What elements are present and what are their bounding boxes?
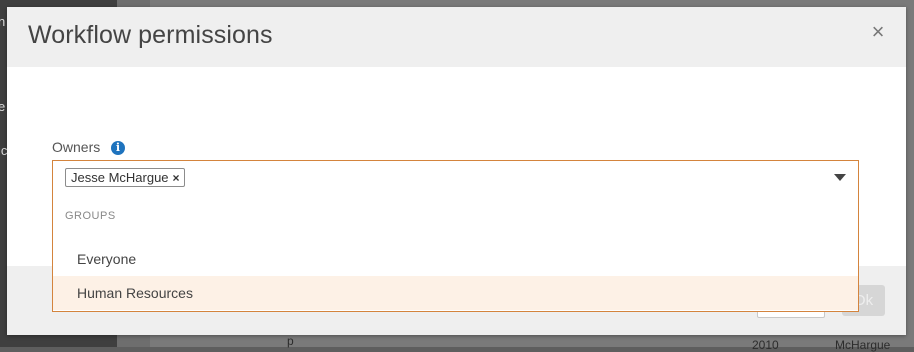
selected-owner-tag-label: Jesse McHargue [71,170,169,185]
background-text-fragment: 2010 [752,338,779,352]
owners-dropdown-list: GROUPS Everyone Human Resources [52,194,859,312]
owners-label: Owners [52,139,101,155]
close-icon[interactable]: × [868,21,888,43]
dialog-title: Workflow permissions [28,21,273,49]
dialog-header: Workflow permissions × [7,7,906,67]
dropdown-option-human-resources[interactable]: Human Resources [53,276,858,310]
background-text-fragment: p [287,334,294,348]
background-text-fragment: McHargue [835,338,891,352]
dropdown-group-header: GROUPS [65,210,116,222]
background-sidebar-fragment: e [0,99,6,114]
selected-owner-tag: Jesse McHargue × [65,168,185,187]
background-sidebar-fragment: n [0,14,6,29]
dropdown-option-everyone[interactable]: Everyone [53,242,858,276]
owners-multiselect[interactable]: Jesse McHargue × [52,160,859,195]
remove-tag-icon[interactable]: × [173,171,180,185]
info-icon[interactable]: i [111,141,125,155]
workflow-permissions-dialog: Workflow permissions × Ok Owners i Jesse… [7,7,906,335]
caret-down-icon[interactable] [834,174,846,181]
